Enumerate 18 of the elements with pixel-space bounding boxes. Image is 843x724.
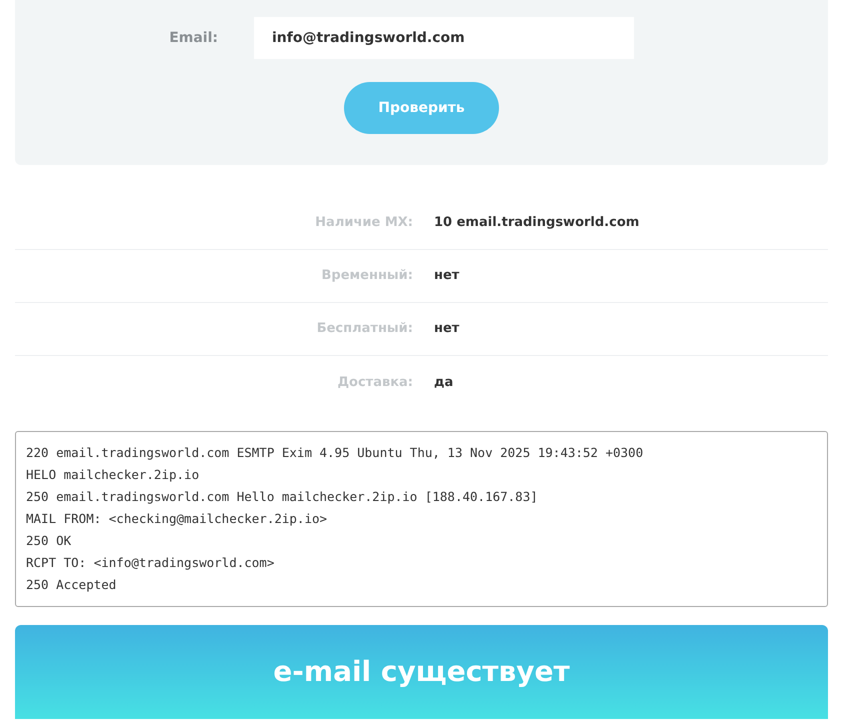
- result-value: нет: [434, 267, 460, 286]
- log-line: RCPT TO: <info@tradingsworld.com>: [26, 554, 274, 572]
- result-value: нет: [434, 320, 460, 338]
- email-field[interactable]: info@tradingsworld.com: [254, 17, 634, 59]
- log-line: 250 email.tradingsworld.com Hello mailchecker.2ip.io [188.40.167.83]: [26, 488, 538, 506]
- log-line: 250 OK: [26, 532, 72, 550]
- log-line: 250 Accepted: [26, 576, 116, 594]
- log-line: MAIL FROM: <checking@mailchecker.2ip.io>: [26, 510, 328, 528]
- result-value: да: [434, 374, 454, 392]
- log-line: HELO mailchecker.2ip.io: [26, 466, 200, 484]
- result-label: Временный:: [320, 267, 413, 286]
- result-label: Наличие MX:: [314, 214, 413, 232]
- result-value: 10 email.tradingsworld.com: [434, 214, 640, 232]
- email-label: Email:: [168, 28, 219, 48]
- result-label: Бесплатный:: [316, 320, 413, 338]
- result-label: Доставка:: [336, 374, 413, 392]
- verdict-text: e-mail существует: [273, 654, 570, 690]
- log-line: 220 email.tradingsworld.com ESMTP Exim 4.95 Ubuntu Thu, 13 Nov 2025 19:43:52 +0300: [26, 444, 644, 462]
